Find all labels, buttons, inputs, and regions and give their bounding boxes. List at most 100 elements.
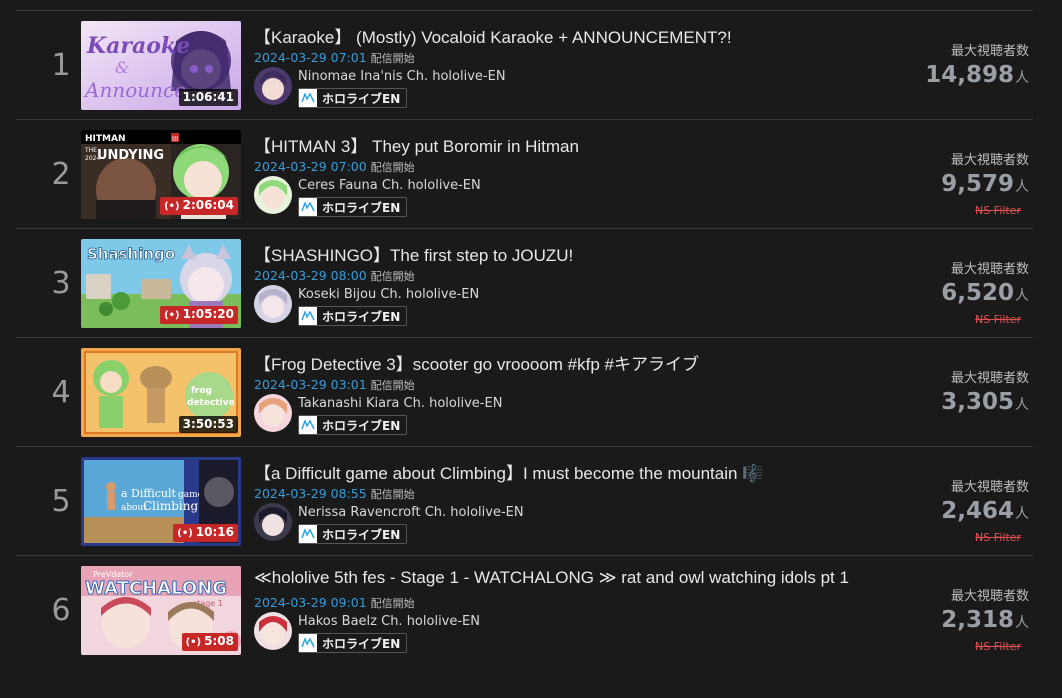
stream-date: 2024-03-29 09:01 <box>254 595 367 610</box>
stream-row: 3 Shashingo (•) 1:05:20 【SHASHINGO】The fi… <box>16 228 1033 337</box>
max-viewers-value: 2,318人 <box>941 607 1029 633</box>
max-viewers-value: 14,898人 <box>925 62 1029 88</box>
stream-date: 2024-03-29 07:00 <box>254 159 367 174</box>
stream-thumbnail[interactable]: a Difficult game about Climbing (•) 10:16 <box>81 457 241 546</box>
channel-avatar[interactable] <box>254 176 292 214</box>
thumb-text: Karaoke <box>86 33 190 59</box>
live-broadcast-icon: (•) <box>185 637 202 648</box>
rank-number: 3 <box>51 266 71 301</box>
stream-date: 2024-03-29 08:00 <box>254 268 367 283</box>
channel-name[interactable]: Ceres Fauna Ch. hololive-EN <box>298 178 481 193</box>
viewer-stats: 最大視聴者数 6,520人 NS Filter <box>923 229 1033 338</box>
stream-date: 2024-03-29 07:01 <box>254 50 367 65</box>
hololive-logo-icon <box>299 198 317 216</box>
start-time: 2024-03-29 03:01 配信開始 <box>254 377 415 393</box>
agency-badge[interactable]: ホロライブEN <box>298 633 408 653</box>
rank-number: 6 <box>51 593 71 628</box>
start-time: 2024-03-29 09:01 配信開始 <box>254 595 415 611</box>
date-suffix: 配信開始 <box>370 270 415 283</box>
stream-thumbnail[interactable]: HITMAN III THE 2024 UNDYING (•) 2:06:04 <box>81 130 241 219</box>
stream-title[interactable]: 【HITMAN 3】 They put Boromir in Hitman <box>254 132 579 157</box>
thumb-text: frog <box>191 386 212 396</box>
ns-filter-label: NS Filter <box>975 640 1021 653</box>
live-broadcast-icon: (•) <box>164 310 180 321</box>
stream-title[interactable]: 【Frog Detective 3】scooter go vroooom #kf… <box>254 350 699 375</box>
ns-filter-label: NS Filter <box>975 313 1021 326</box>
stream-row: 4 frog detective 3:50:53 【Frog Detective… <box>16 337 1033 446</box>
channel-name[interactable]: Hakos Baelz Ch. hololive-EN <box>298 614 480 629</box>
hololive-logo-icon <box>299 307 317 325</box>
live-broadcast-icon: (•) <box>164 201 180 212</box>
agency-badge[interactable]: ホロライブEN <box>298 415 408 435</box>
channel-name[interactable]: Ninomae Ina'nis Ch. hololive-EN <box>298 69 506 84</box>
channel-avatar[interactable] <box>254 67 292 105</box>
rank-number: 4 <box>51 375 71 410</box>
duration-badge: 1:06:41 <box>178 89 238 106</box>
max-viewers-label: 最大視聴者数 <box>950 480 1029 495</box>
max-viewers-value: 9,579人 <box>941 171 1029 197</box>
max-viewers-value: 6,520人 <box>941 280 1029 306</box>
stream-ranking-list: 1 Karaoke & Announce 1:06:41 【Karaoke】 (… <box>16 10 1033 664</box>
live-broadcast-icon: (•) <box>177 528 193 539</box>
date-suffix: 配信開始 <box>370 597 415 610</box>
channel-name[interactable]: Takanashi Kiara Ch. hololive-EN <box>298 396 502 411</box>
thumb-text: detective <box>187 398 235 408</box>
agency-badge[interactable]: ホロライブEN <box>298 197 408 217</box>
stream-title[interactable]: 【SHASHINGO】The first step to JOUZU! <box>254 241 573 266</box>
agency-name: ホロライブEN <box>322 418 401 433</box>
max-viewers-label: 最大視聴者数 <box>950 589 1029 604</box>
duration-badge: (•) 2:06:04 <box>160 197 238 215</box>
thumb-text: HITMAN <box>85 134 125 144</box>
viewer-stats: 最大視聴者数 9,579人 NS Filter <box>923 120 1033 229</box>
stream-title[interactable]: 【a Difficult game about Climbing】I must … <box>254 459 763 484</box>
viewer-stats: 最大視聴者数 14,898人 <box>923 11 1033 120</box>
channel-avatar[interactable] <box>254 503 292 541</box>
hololive-logo-icon <box>299 525 317 543</box>
channel-avatar[interactable] <box>254 285 292 323</box>
rank-number: 1 <box>51 48 71 83</box>
stream-date: 2024-03-29 08:55 <box>254 486 367 501</box>
stream-row: 1 Karaoke & Announce 1:06:41 【Karaoke】 (… <box>16 10 1033 119</box>
rank-number: 5 <box>51 484 71 519</box>
channel-name[interactable]: Koseki Bijou Ch. hololive-EN <box>298 287 479 302</box>
stream-thumbnail[interactable]: Karaoke & Announce 1:06:41 <box>81 21 241 110</box>
thumb-text: Announce <box>83 78 186 102</box>
thumb-text: THE <box>84 147 97 154</box>
stream-row: 6 PreVdator WATCHALONG stage 1 (•) 5:08 ≪… <box>16 555 1033 664</box>
max-viewers-label: 最大視聴者数 <box>950 262 1029 277</box>
viewer-stats: 最大視聴者数 3,305人 <box>923 338 1033 447</box>
stream-thumbnail[interactable]: Shashingo (•) 1:05:20 <box>81 239 241 328</box>
ns-filter-label: NS Filter <box>975 204 1021 217</box>
stream-thumbnail[interactable]: frog detective 3:50:53 <box>81 348 241 437</box>
channel-name[interactable]: Nerissa Ravencroft Ch. hololive-EN <box>298 505 524 520</box>
start-time: 2024-03-29 08:55 配信開始 <box>254 486 415 502</box>
date-suffix: 配信開始 <box>370 161 415 174</box>
duration-badge: (•) 5:08 <box>181 633 238 651</box>
hololive-logo-icon <box>299 416 317 434</box>
stream-thumbnail[interactable]: PreVdator WATCHALONG stage 1 (•) 5:08 <box>81 566 241 655</box>
ns-filter-label: NS Filter <box>975 531 1021 544</box>
thumb-text: & <box>115 58 129 77</box>
thumb-text: III <box>172 135 178 143</box>
agency-badge[interactable]: ホロライブEN <box>298 306 408 326</box>
viewer-stats: 最大視聴者数 2,318人 NS Filter <box>923 556 1033 665</box>
channel-avatar[interactable] <box>254 612 292 650</box>
agency-badge[interactable]: ホロライブEN <box>298 88 408 108</box>
date-suffix: 配信開始 <box>370 379 415 392</box>
stream-title[interactable]: 【Karaoke】 (Mostly) Vocaloid Karaoke + AN… <box>254 23 732 48</box>
thumb-text: Shashingo <box>87 245 175 263</box>
max-viewers-label: 最大視聴者数 <box>950 371 1029 386</box>
stream-title[interactable]: ≪hololive 5th fes - Stage 1 - WATCHALONG… <box>254 568 849 588</box>
rank-number: 2 <box>51 157 71 192</box>
start-time: 2024-03-29 07:01 配信開始 <box>254 50 415 66</box>
start-time: 2024-03-29 08:00 配信開始 <box>254 268 415 284</box>
start-time: 2024-03-29 07:00 配信開始 <box>254 159 415 175</box>
thumb-text: WATCHALONG <box>85 578 227 599</box>
channel-avatar[interactable] <box>254 394 292 432</box>
agency-name: ホロライブEN <box>322 527 401 542</box>
thumb-text: UNDYING <box>97 148 164 163</box>
agency-name: ホロライブEN <box>322 636 401 651</box>
max-viewers-label: 最大視聴者数 <box>950 44 1029 59</box>
hololive-logo-icon <box>299 634 317 652</box>
agency-badge[interactable]: ホロライブEN <box>298 524 408 544</box>
